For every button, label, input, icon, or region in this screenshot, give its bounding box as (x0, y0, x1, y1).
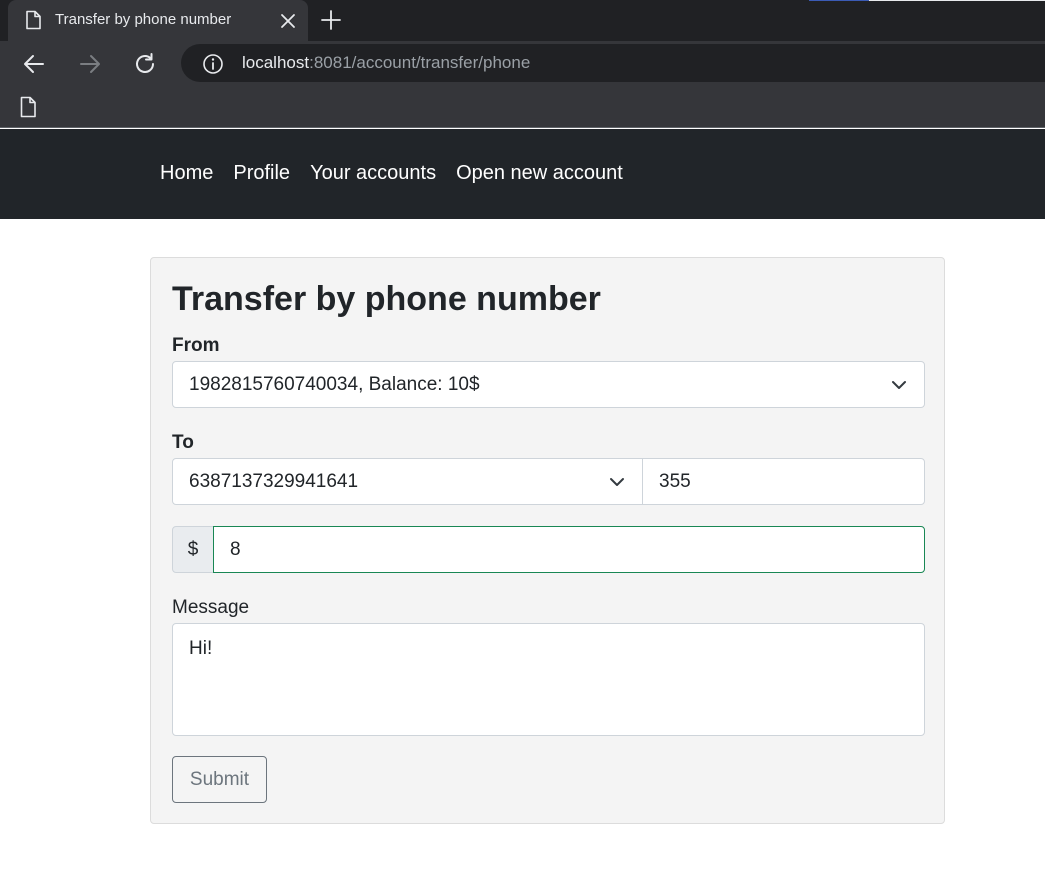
bookmark-document-icon[interactable] (18, 96, 38, 118)
nav-link-home[interactable]: Home (160, 162, 213, 185)
url-path: :8081/account/transfer/phone (309, 53, 531, 72)
reload-icon[interactable] (132, 51, 158, 77)
info-icon[interactable] (202, 53, 224, 75)
phone-number-value: 355 (659, 470, 691, 492)
page-title: Transfer by phone number (172, 280, 601, 318)
document-icon (26, 10, 41, 30)
close-icon[interactable] (278, 11, 298, 31)
to-label: To (172, 432, 194, 453)
transfer-card: Transfer by phone number From 1982815760… (150, 257, 945, 824)
from-label: From (172, 335, 220, 356)
address-bar[interactable]: localhost:8081/account/transfer/phone (181, 44, 1045, 82)
tabstrip-accent (809, 0, 869, 1)
message-value: Hi! (189, 638, 213, 659)
chevron-down-icon (892, 381, 906, 389)
from-account-select[interactable]: 1982815760740034, Balance: 10$ (172, 361, 925, 408)
currency-symbol: $ (187, 538, 199, 560)
to-selected-value: 6387137329941641 (189, 470, 359, 492)
message-textarea[interactable]: Hi! (172, 623, 925, 736)
nav-link-your-accounts[interactable]: Your accounts (310, 162, 436, 185)
browser-tab-active[interactable]: Transfer by phone number (8, 0, 308, 41)
browser-toolbar: localhost:8081/account/transfer/phone (0, 41, 1045, 86)
url-host: localhost (242, 53, 310, 72)
chevron-down-icon (610, 478, 624, 486)
message-label: Message (172, 597, 250, 618)
nav-link-profile[interactable]: Profile (233, 162, 290, 185)
to-account-select[interactable]: 6387137329941641 (172, 458, 643, 505)
back-arrow-icon[interactable] (21, 51, 47, 77)
from-selected-value: 1982815760740034, Balance: 10$ (189, 373, 480, 395)
forward-arrow-icon[interactable] (77, 51, 103, 77)
phone-number-input[interactable]: 355 (642, 458, 925, 505)
nav-link-open-new-account[interactable]: Open new account (456, 162, 623, 185)
amount-input[interactable]: 8 (213, 526, 925, 573)
tab-title: Transfer by phone number (55, 11, 232, 28)
browser-tabstrip: Transfer by phone number (0, 0, 1045, 41)
url-text[interactable]: localhost:8081/account/transfer/phone (242, 53, 530, 73)
new-tab-plus-icon[interactable] (319, 8, 343, 32)
nav-links: Home Profile Your accounts Open new acco… (160, 162, 643, 185)
site-navbar: Home Profile Your accounts Open new acco… (0, 129, 1045, 219)
tabstrip-accent-light (869, 0, 1045, 1)
currency-addon: $ (172, 526, 214, 573)
bookmarks-bar (0, 86, 1045, 128)
amount-value: 8 (230, 538, 241, 560)
submit-button[interactable]: Submit (172, 756, 267, 803)
